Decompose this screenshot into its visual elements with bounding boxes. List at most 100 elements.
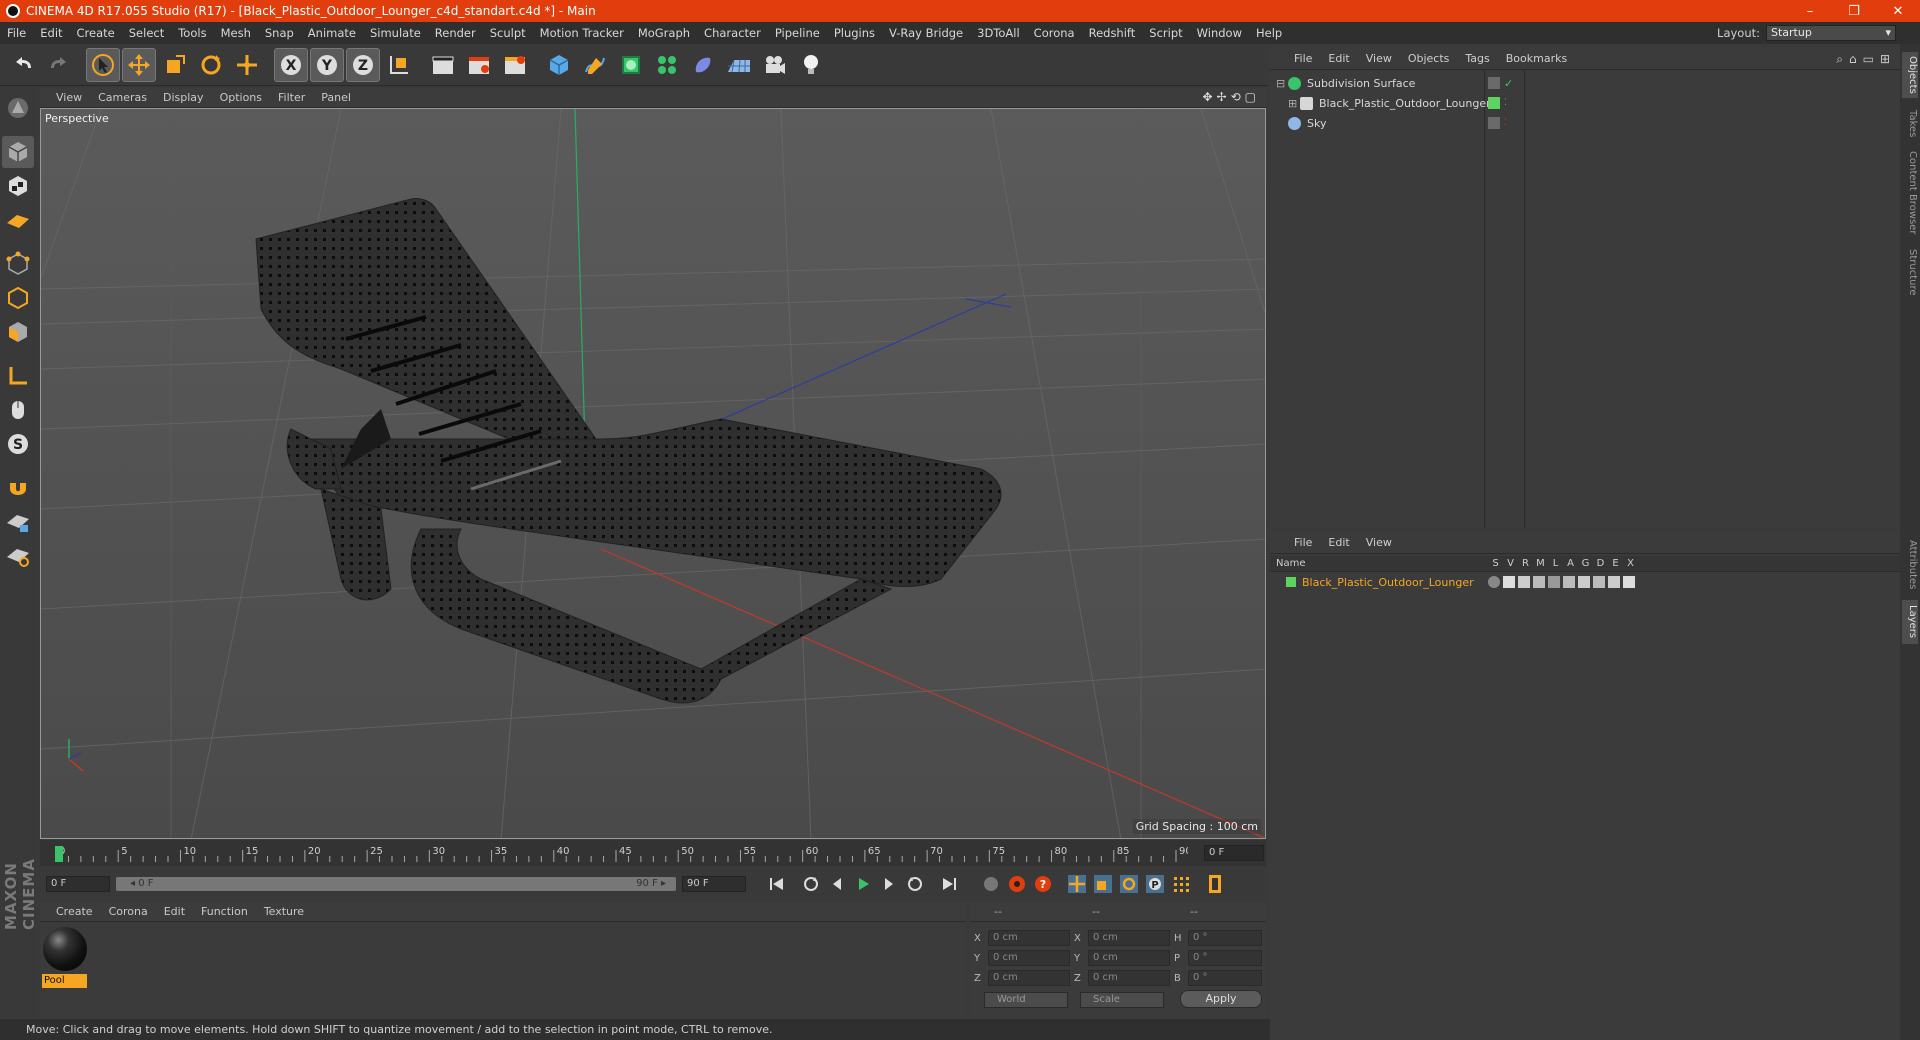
tab-content-browser[interactable]: Content Browser	[1902, 148, 1918, 238]
lm-menu-view[interactable]: View	[1358, 536, 1400, 549]
layer-name[interactable]: Black_Plastic_Outdoor_Lounger	[1302, 576, 1474, 589]
menu-tools[interactable]: Tools	[171, 26, 213, 40]
close-button[interactable]: ✕	[1876, 0, 1920, 22]
preview-range-slider[interactable]: ◂ 0 F 90 F ▸	[116, 877, 676, 891]
material-manager-area[interactable]: Pool	[40, 922, 966, 1019]
transform-tool[interactable]	[230, 48, 264, 82]
menu-render[interactable]: Render	[428, 26, 483, 40]
visibility-dots-icon[interactable]: ⁚	[1504, 118, 1507, 128]
om-menu-tags[interactable]: Tags	[1457, 52, 1497, 65]
layer-color-swatch[interactable]	[1286, 577, 1296, 587]
tab-takes[interactable]: Takes	[1902, 104, 1918, 144]
search-icon[interactable]: ⌕	[1836, 52, 1843, 67]
lock-icon[interactable]	[1548, 576, 1560, 588]
object-name[interactable]: Subdivision Surface	[1307, 77, 1415, 90]
perspective-viewport[interactable]: Perspective Grid Spacing : 100 cm	[40, 108, 1266, 839]
material-preview-sphere[interactable]	[43, 927, 87, 971]
menu-character[interactable]: Character	[697, 26, 768, 40]
menu-edit[interactable]: Edit	[33, 26, 69, 40]
deformer-icon[interactable]	[1593, 576, 1605, 588]
rot-p-field[interactable]: 0 °	[1188, 950, 1262, 966]
material-menu-edit[interactable]: Edit	[156, 905, 193, 918]
undo-button[interactable]	[6, 48, 40, 82]
add-mograph-cloner-button[interactable]	[650, 48, 684, 82]
col-animation[interactable]: A	[1563, 558, 1578, 569]
snap-button[interactable]: S	[2, 428, 34, 460]
col-locked[interactable]: L	[1548, 558, 1563, 569]
add-light-button[interactable]	[794, 48, 828, 82]
om-menu-file[interactable]: File	[1286, 52, 1320, 65]
add-subdivision-button[interactable]	[614, 48, 648, 82]
layer-tag-icon[interactable]	[1488, 77, 1500, 89]
axis-mode-button[interactable]	[2, 360, 34, 392]
menu-file[interactable]: File	[0, 26, 33, 40]
viewport-menu-options[interactable]: Options	[212, 91, 270, 104]
points-mode-button[interactable]	[2, 248, 34, 280]
object-name[interactable]: Black_Plastic_Outdoor_Lounger	[1319, 97, 1491, 110]
orbit-icon[interactable]: ⟲	[1231, 90, 1241, 104]
tweak-mode-button[interactable]	[2, 394, 34, 426]
layout-select[interactable]: Startup	[1766, 25, 1896, 41]
menu-window[interactable]: Window	[1190, 26, 1249, 40]
redo-button[interactable]	[42, 48, 76, 82]
viewport-menu-display[interactable]: Display	[155, 91, 212, 104]
menu-help[interactable]: Help	[1249, 26, 1289, 40]
tree-expand-icon[interactable]: ⊞	[1288, 97, 1300, 110]
render-settings-button[interactable]	[498, 48, 532, 82]
next-frame-button[interactable]	[876, 871, 902, 897]
add-cube-button[interactable]	[542, 48, 576, 82]
size-mode-select[interactable]: Scale	[1080, 992, 1164, 1008]
key-position-button[interactable]	[1064, 871, 1090, 897]
col-solo[interactable]: S	[1488, 558, 1503, 569]
x-axis-lock-button[interactable]: X	[274, 47, 308, 82]
key-pla-button[interactable]	[1168, 871, 1194, 897]
apply-button[interactable]: Apply	[1180, 990, 1262, 1008]
col-generators[interactable]: G	[1578, 558, 1593, 569]
col-deformers[interactable]: D	[1593, 558, 1608, 569]
playhead-marker[interactable]	[55, 846, 63, 862]
preview-end-field[interactable]: 90 F	[682, 876, 746, 892]
home-icon[interactable]: ⌂	[1849, 52, 1857, 67]
layer-row[interactable]: Black_Plastic_Outdoor_Lounger	[1270, 574, 1900, 590]
make-editable-button[interactable]	[2, 92, 34, 124]
tab-objects[interactable]: Objects	[1902, 52, 1918, 98]
object-row-subdivision-surface[interactable]: ⊟ Subdivision Surface ✓	[1270, 73, 1900, 93]
om-menu-bookmarks[interactable]: Bookmarks	[1498, 52, 1575, 65]
xref-icon[interactable]	[1623, 576, 1635, 588]
menu-create[interactable]: Create	[70, 26, 122, 40]
viewport-menu-panel[interactable]: Panel	[313, 91, 359, 104]
pan-icon[interactable]: ✥	[1202, 90, 1212, 104]
pos-y-field[interactable]: 0 cm	[988, 950, 1070, 966]
menu-3dtoall[interactable]: 3DToAll	[970, 26, 1027, 40]
go-to-end-button[interactable]	[936, 871, 962, 897]
z-axis-lock-button[interactable]: Z	[346, 47, 380, 82]
lm-menu-edit[interactable]: Edit	[1320, 536, 1357, 549]
frame-ruler[interactable]: 051015202530354045505560657075808590	[48, 844, 1188, 864]
coordinate-mode-select[interactable]: World	[984, 992, 1068, 1008]
preview-start-field[interactable]: 0 F	[46, 876, 110, 892]
play-button[interactable]	[850, 871, 876, 897]
model-mode-button[interactable]	[2, 136, 34, 168]
move-tool[interactable]	[122, 47, 156, 82]
dolly-icon[interactable]: ✢	[1217, 90, 1227, 104]
viewport-menu-filter[interactable]: Filter	[270, 91, 313, 104]
col-view[interactable]: V	[1503, 558, 1518, 569]
menu-sculpt[interactable]: Sculpt	[483, 26, 533, 40]
autokey-button[interactable]	[1004, 871, 1030, 897]
material-name-label[interactable]: Pool	[42, 974, 87, 988]
menu-corona[interactable]: Corona	[1027, 26, 1082, 40]
lm-menu-file[interactable]: File	[1286, 536, 1320, 549]
object-row-sky[interactable]: Sky ⁚	[1270, 113, 1900, 133]
col-manager[interactable]: M	[1533, 558, 1548, 569]
viewport-menu-view[interactable]: View	[48, 91, 90, 104]
planar-workplane-button[interactable]	[2, 540, 34, 572]
locked-workplane-button[interactable]	[2, 506, 34, 538]
object-row-lounger[interactable]: ⊞ Black_Plastic_Outdoor_Lounger ⁚	[1270, 93, 1900, 113]
om-menu-edit[interactable]: Edit	[1320, 52, 1357, 65]
manager-list-icon[interactable]	[1533, 576, 1545, 588]
enabled-check-icon[interactable]: ✓	[1504, 77, 1513, 90]
object-name[interactable]: Sky	[1307, 117, 1326, 130]
workplane-mode-button[interactable]	[2, 204, 34, 236]
y-axis-lock-button[interactable]: Y	[310, 47, 344, 82]
menu-simulate[interactable]: Simulate	[363, 26, 428, 40]
